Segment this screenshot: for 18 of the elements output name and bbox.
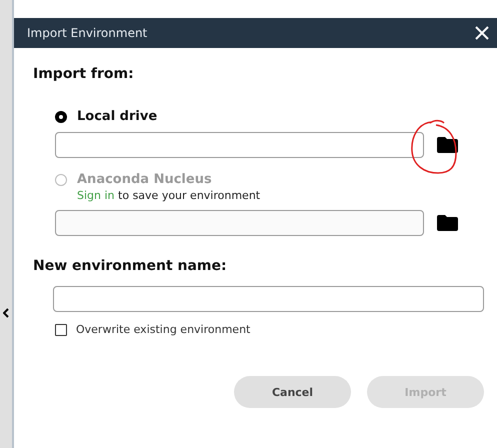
section-heading: New environment name: — [33, 258, 228, 274]
dialog-title: Import Environment — [27, 26, 148, 40]
path-field[interactable] — [55, 132, 424, 158]
dialog-button[interactable]: Cancel — [234, 376, 351, 408]
environment-name-field[interactable] — [53, 286, 484, 312]
checkbox-label: Overwrite existing environment — [76, 323, 250, 336]
folder-icon — [437, 137, 458, 153]
checkbox[interactable] — [55, 324, 67, 336]
section-heading: Import from: — [33, 66, 135, 82]
radio-label: Anaconda Nucleus — [77, 172, 212, 187]
radio-button[interactable] — [55, 110, 67, 122]
browse-button[interactable] — [437, 215, 458, 231]
chevron-left-icon[interactable] — [3, 308, 9, 318]
close-button[interactable] — [475, 26, 489, 40]
radio-label: Local drive — [77, 109, 158, 124]
sign-in-note: Sign in to save your environment — [77, 189, 262, 202]
folder-icon — [437, 215, 458, 231]
browse-button[interactable] — [437, 137, 458, 153]
